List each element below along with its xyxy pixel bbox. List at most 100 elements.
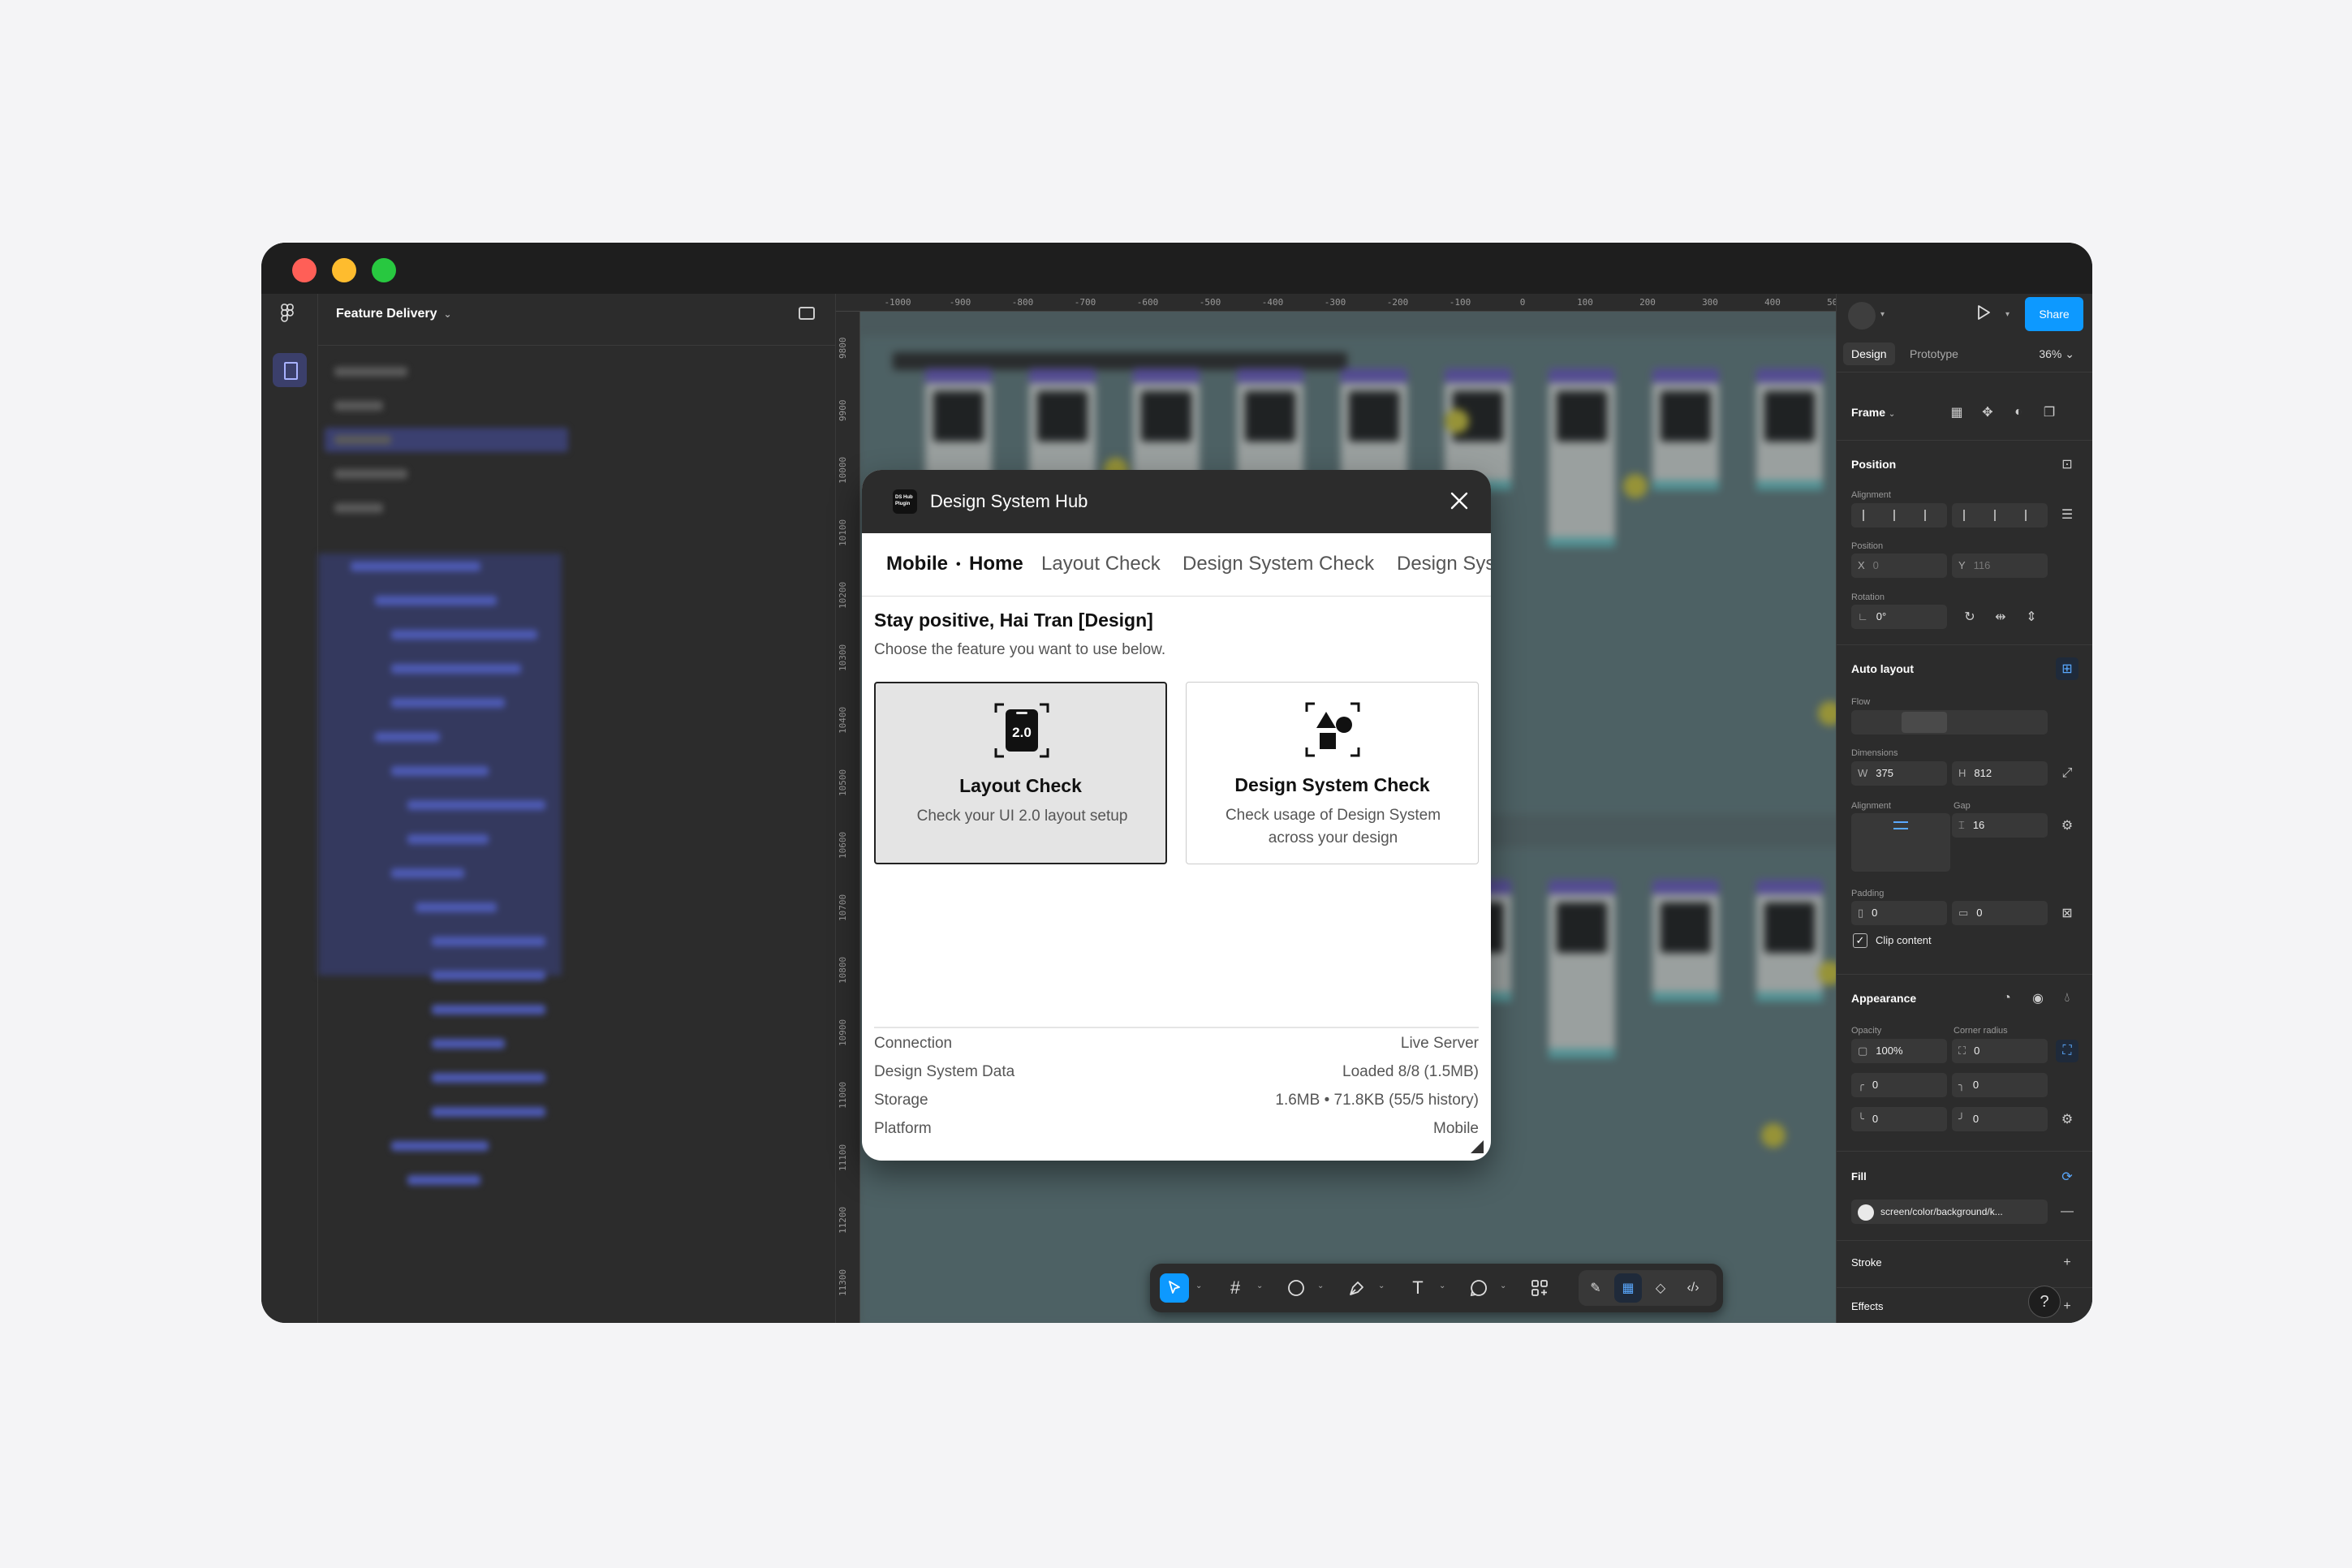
grid-icon[interactable]: ▦ bbox=[1945, 401, 1968, 424]
variable-mode-icon[interactable]: ◔ bbox=[1996, 987, 2018, 1010]
vertical-padding-input[interactable]: ▭ 0 bbox=[1952, 901, 2048, 925]
shape-tool-icon[interactable] bbox=[1282, 1273, 1311, 1303]
divider bbox=[1837, 1151, 2092, 1152]
ruler-tick-label: -600 bbox=[1136, 297, 1159, 308]
pen-tool-icon[interactable] bbox=[1342, 1273, 1372, 1303]
rotation-input[interactable]: ∟ 0° bbox=[1851, 605, 1947, 629]
flow-direction-controls[interactable] bbox=[1851, 710, 2048, 734]
minimize-window-button[interactable] bbox=[332, 258, 356, 282]
sidebar-toggle-icon[interactable] bbox=[799, 307, 815, 320]
horizontal-padding-input[interactable]: ▯ 0 bbox=[1851, 901, 1947, 925]
chevron-down-icon[interactable]: ⌄ bbox=[1195, 1282, 1202, 1290]
design-system-check-card[interactable]: Design System Check Check usage of Desig… bbox=[1186, 682, 1479, 864]
vertical-align-controls[interactable] bbox=[1952, 503, 2048, 528]
frame-type[interactable]: Frame ⌄ bbox=[1851, 406, 1895, 419]
share-button[interactable]: Share bbox=[2025, 297, 2083, 331]
horizontal-align-controls[interactable] bbox=[1851, 503, 1947, 528]
file-pages-icon[interactable] bbox=[273, 353, 307, 387]
comment-tool-icon[interactable] bbox=[1464, 1273, 1493, 1303]
design-mode-icon[interactable]: ▦ bbox=[1614, 1273, 1642, 1303]
width-input[interactable]: W 375 bbox=[1851, 761, 1947, 786]
detach-variable-icon[interactable]: ⟳ bbox=[2056, 1165, 2078, 1188]
top-left-radius-input[interactable]: ╭ 0 bbox=[1851, 1073, 1947, 1097]
move-tool-icon[interactable] bbox=[1160, 1273, 1189, 1303]
layout-check-card[interactable]: 2.0 Layout Check Check your UI 2.0 layou… bbox=[874, 682, 1167, 864]
tab-design-system-check[interactable]: Design System Check bbox=[1182, 553, 1374, 575]
status-row: Design System Data Loaded 8/8 (1.5MB) bbox=[874, 1057, 1479, 1084]
ruler-tick-label: -900 bbox=[949, 297, 971, 308]
components-icon[interactable]: ◇ bbox=[1647, 1273, 1674, 1303]
blend-mode-icon[interactable]: 💧︎ bbox=[2056, 987, 2078, 1010]
flip-vertical-icon[interactable]: ⇕ bbox=[2020, 605, 2043, 628]
platform-label[interactable]: Mobile bbox=[886, 553, 948, 575]
constraints-icon[interactable]: ⊡ bbox=[2056, 453, 2078, 476]
dimensions-label: Dimensions bbox=[1851, 748, 1898, 758]
chevron-down-icon[interactable]: ▾ bbox=[1880, 310, 1885, 319]
individual-padding-icon[interactable]: ⊠ bbox=[2056, 902, 2078, 924]
boolean-icon[interactable]: ❐ bbox=[2038, 401, 2061, 424]
dev-mode-icon[interactable]: ‹/› bbox=[1679, 1273, 1707, 1303]
actions-icon[interactable] bbox=[1525, 1273, 1554, 1303]
tab-prototype[interactable]: Prototype bbox=[1902, 342, 1966, 365]
chevron-down-icon: ⌄ bbox=[443, 308, 452, 320]
bottom-right-radius-input[interactable]: ╯ 0 bbox=[1952, 1107, 2048, 1131]
text-tool-icon[interactable]: T bbox=[1403, 1273, 1432, 1303]
close-icon[interactable] bbox=[1445, 486, 1474, 515]
status-key: Platform bbox=[874, 1120, 932, 1137]
ruler-tick-label: 200 bbox=[1639, 297, 1656, 308]
flip-horizontal-icon[interactable]: ⇹ bbox=[1989, 605, 2012, 628]
alignment-grid[interactable] bbox=[1851, 813, 1950, 872]
corner-smoothing-icon[interactable]: ⚙ bbox=[2056, 1108, 2078, 1131]
design-tabs: Design Prototype 36% ⌄ bbox=[1837, 336, 2092, 370]
zoom-level[interactable]: 36% ⌄ bbox=[2039, 347, 2074, 361]
clip-content-checkbox[interactable]: ✓ bbox=[1853, 933, 1867, 948]
avatar[interactable] bbox=[1848, 302, 1876, 330]
opacity-input[interactable]: ▢ 100% bbox=[1851, 1039, 1947, 1063]
rotate-icon[interactable]: ↻ bbox=[1958, 605, 1981, 628]
chevron-down-icon[interactable]: ⌄ bbox=[1500, 1282, 1506, 1290]
tab-home[interactable]: Home bbox=[969, 553, 1023, 575]
ruler-tick-label: 11000 bbox=[838, 1081, 848, 1109]
top-right-radius-input[interactable]: ╮ 0 bbox=[1952, 1073, 2048, 1097]
close-window-button[interactable] bbox=[292, 258, 317, 282]
mask-icon[interactable]: ◐ bbox=[2007, 401, 2030, 424]
frame-tool-icon[interactable]: # bbox=[1221, 1273, 1250, 1303]
ruler-tick-label: -1000 bbox=[884, 297, 911, 308]
add-stroke-icon[interactable]: + bbox=[2056, 1251, 2078, 1274]
y-position-input[interactable]: Y 116 bbox=[1952, 554, 2048, 578]
chevron-down-icon[interactable]: ⌄ bbox=[1378, 1282, 1385, 1290]
chevron-down-icon[interactable]: ▾ bbox=[2005, 310, 2010, 319]
fill-variable-input[interactable]: screen/color/background/k... bbox=[1851, 1200, 2048, 1224]
greeting-subtitle: Choose the feature you want to use below… bbox=[874, 641, 1166, 658]
maximize-window-button[interactable] bbox=[372, 258, 396, 282]
chevron-down-icon[interactable]: ⌄ bbox=[1439, 1282, 1445, 1290]
component-icon[interactable]: ✥ bbox=[1976, 401, 1999, 424]
bottom-left-radius-input[interactable]: ╰ 0 bbox=[1851, 1107, 1947, 1131]
chevron-down-icon[interactable]: ⌄ bbox=[1256, 1282, 1263, 1290]
card-title: Design System Check bbox=[1234, 774, 1430, 795]
ruler-tick-label: 10900 bbox=[838, 1019, 848, 1046]
chevron-down-icon[interactable]: ⌄ bbox=[1317, 1282, 1324, 1290]
figma-logo-icon[interactable] bbox=[281, 304, 299, 325]
auto-layout-settings-icon[interactable]: ⊞ bbox=[2056, 657, 2078, 680]
height-input[interactable]: H 812 bbox=[1952, 761, 2048, 786]
distribute-icon[interactable]: ☰ bbox=[2056, 503, 2078, 526]
gap-input[interactable]: ⌶ 16 bbox=[1952, 813, 2048, 838]
card-title: Layout Check bbox=[959, 775, 1082, 796]
help-button[interactable]: ? bbox=[2028, 1286, 2061, 1318]
advanced-settings-icon[interactable]: ⚙ bbox=[2056, 814, 2078, 837]
corner-radius-input[interactable]: ⛶ 0 bbox=[1952, 1039, 2048, 1063]
visibility-eye-icon[interactable]: ◉ bbox=[2027, 987, 2049, 1010]
resize-handle-icon[interactable] bbox=[1471, 1140, 1484, 1153]
tab-layout-check[interactable]: Layout Check bbox=[1041, 553, 1161, 575]
remove-fill-icon[interactable]: — bbox=[2056, 1200, 2078, 1223]
present-icon[interactable] bbox=[1975, 304, 1992, 326]
resize-icon[interactable]: ⤢ bbox=[2056, 762, 2078, 785]
x-position-input[interactable]: X0 bbox=[1851, 554, 1947, 578]
draw-mode-icon[interactable]: ✎ bbox=[1582, 1273, 1609, 1303]
tab-design[interactable]: Design bbox=[1843, 342, 1895, 365]
tab-design-system[interactable]: Design System bbox=[1397, 553, 1491, 575]
independent-corners-icon[interactable]: ⛶ bbox=[2056, 1040, 2078, 1062]
file-name-menu[interactable]: Feature Delivery ⌄ bbox=[336, 307, 452, 321]
fill-swatch[interactable] bbox=[1858, 1204, 1874, 1221]
